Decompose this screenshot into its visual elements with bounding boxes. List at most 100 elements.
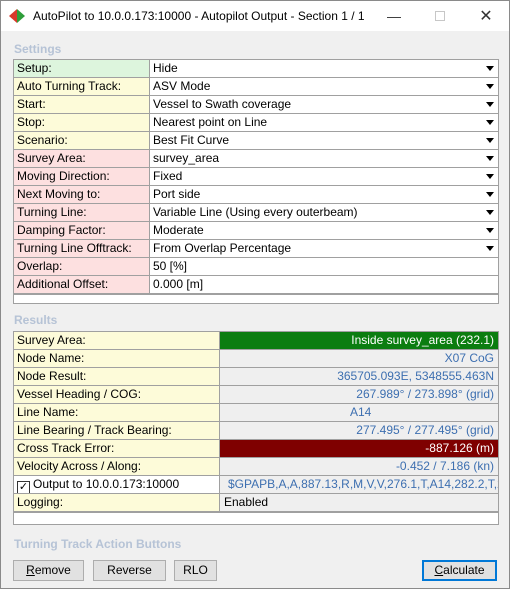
setting-row-turning-line[interactable]: Turning Line: Variable Line (Using every… (14, 204, 498, 222)
result-label: Logging: (14, 494, 220, 511)
setting-label: Start: (14, 96, 150, 113)
survey-area-status: Inside survey_area (232.1) (220, 332, 498, 349)
result-row-output[interactable]: ✓ Output to 10.0.0.173:10000 $GPAPB,A,A,8… (14, 476, 498, 494)
start-dropdown[interactable]: Vessel to Swath coverage (150, 96, 498, 113)
chevron-down-icon[interactable] (483, 116, 496, 129)
calculate-button[interactable]: Calculate (422, 560, 497, 581)
reverse-button[interactable]: Reverse (93, 560, 166, 581)
result-label: Line Name: (14, 404, 220, 421)
maximize-icon (435, 11, 445, 21)
close-icon: ✕ (479, 8, 493, 25)
result-label: Velocity Across / Along: (14, 458, 220, 475)
result-label: Vessel Heading / COG: (14, 386, 220, 403)
calculate-label-rest: alculate (443, 563, 485, 577)
scenario-dropdown[interactable]: Best Fit Curve (150, 132, 498, 149)
setting-label: Overlap: (14, 258, 150, 275)
additional-offset-input[interactable]: 0.000 [m] (150, 276, 498, 293)
window-title: AutoPilot to 10.0.0.173:10000 - Autopilo… (33, 9, 365, 23)
setting-row-damping-factor[interactable]: Damping Factor: Moderate (14, 222, 498, 240)
output-checkbox[interactable]: ✓ (17, 481, 30, 493)
result-row-cross-track-error: Cross Track Error: -887.126 (m) (14, 440, 498, 458)
setting-row-auto-turning-track[interactable]: Auto Turning Track: ASV Mode (14, 78, 498, 96)
setting-row-additional-offset[interactable]: Additional Offset: 0.000 [m] (14, 276, 498, 294)
setting-row-stop[interactable]: Stop: Nearest point on Line (14, 114, 498, 132)
velocity-value: -0.452 / 7.186 (kn) (220, 458, 498, 475)
logging-value: Enabled (220, 494, 498, 511)
setting-label: Scenario: (14, 132, 150, 149)
result-label: Survey Area: (14, 332, 220, 349)
output-label: Output to 10.0.0.173:10000 (33, 477, 180, 491)
setting-row-setup[interactable]: Setup: Hide (14, 60, 498, 78)
setting-label: Turning Line Offtrack: (14, 240, 150, 257)
survey-area-dropdown[interactable]: survey_area (150, 150, 498, 167)
setting-value: Port side (153, 187, 201, 201)
grid-spacer (14, 294, 498, 303)
chevron-down-icon[interactable] (483, 170, 496, 183)
chevron-down-icon[interactable] (483, 224, 496, 237)
node-name-value: X07 CoG (220, 350, 498, 367)
remove-button[interactable]: Remove (13, 560, 84, 581)
setting-value: Moderate (153, 223, 204, 237)
setup-dropdown[interactable]: Hide (150, 60, 498, 77)
setting-value: Nearest point on Line (153, 115, 268, 129)
minimize-button[interactable]: — (371, 1, 417, 31)
setting-row-next-moving-to[interactable]: Next Moving to: Port side (14, 186, 498, 204)
setting-value: Hide (153, 61, 178, 75)
result-row-vessel-heading: Vessel Heading / COG: 267.989° / 273.898… (14, 386, 498, 404)
setting-row-turning-line-offtrack[interactable]: Turning Line Offtrack: From Overlap Perc… (14, 240, 498, 258)
remove-label-rest: emove (34, 563, 71, 577)
settings-title: Settings (14, 42, 62, 56)
moving-direction-dropdown[interactable]: Fixed (150, 168, 498, 185)
app-diamond-icon (9, 9, 25, 23)
result-row-velocity: Velocity Across / Along: -0.452 / 7.186 … (14, 458, 498, 476)
chevron-down-icon[interactable] (483, 206, 496, 219)
damping-factor-dropdown[interactable]: Moderate (150, 222, 498, 239)
actions-title: Turning Track Action Buttons (14, 537, 182, 551)
setting-label: Setup: (14, 60, 150, 77)
setting-value: Best Fit Curve (153, 133, 230, 147)
result-row-logging: Logging: Enabled (14, 494, 498, 512)
setting-row-overlap[interactable]: Overlap: 50 [%] (14, 258, 498, 276)
chevron-down-icon[interactable] (483, 188, 496, 201)
overlap-input[interactable]: 50 [%] (150, 258, 498, 275)
setting-value: survey_area (153, 151, 220, 165)
chevron-down-icon[interactable] (483, 134, 496, 147)
results-title: Results (14, 313, 58, 327)
next-moving-to-dropdown[interactable]: Port side (150, 186, 498, 203)
setting-label: Next Moving to: (14, 186, 150, 203)
result-row-survey-area: Survey Area: Inside survey_area (232.1) (14, 332, 498, 350)
setting-value: ASV Mode (153, 79, 211, 93)
result-label: Node Name: (14, 350, 220, 367)
chevron-down-icon[interactable] (483, 98, 496, 111)
auto-turning-track-dropdown[interactable]: ASV Mode (150, 78, 498, 95)
setting-value: Vessel to Swath coverage (153, 97, 292, 111)
result-label: Node Result: (14, 368, 220, 385)
chevron-down-icon[interactable] (483, 80, 496, 93)
setting-row-start[interactable]: Start: Vessel to Swath coverage (14, 96, 498, 114)
setting-label: Auto Turning Track: (14, 78, 150, 95)
turning-line-dropdown[interactable]: Variable Line (Using every outerbeam) (150, 204, 498, 221)
chevron-down-icon[interactable] (483, 242, 496, 255)
title-bar[interactable]: AutoPilot to 10.0.0.173:10000 - Autopilo… (1, 1, 509, 31)
turning-line-offtrack-dropdown[interactable]: From Overlap Percentage (150, 240, 498, 257)
rlo-button[interactable]: RLO (174, 560, 217, 581)
setting-value: Fixed (153, 169, 183, 183)
settings-grid: Setup: Hide Auto Turning Track: ASV Mode… (13, 59, 499, 304)
output-toggle[interactable]: ✓ Output to 10.0.0.173:10000 (14, 476, 220, 493)
result-row-node-result: Node Result: 365705.093E, 5348555.463N (14, 368, 498, 386)
setting-label: Survey Area: (14, 150, 150, 167)
chevron-down-icon[interactable] (483, 62, 496, 75)
setting-value: From Overlap Percentage (153, 241, 292, 255)
line-bearing-value: 277.495° / 277.495° (grid) (220, 422, 498, 439)
setting-row-survey-area[interactable]: Survey Area: survey_area (14, 150, 498, 168)
chevron-down-icon[interactable] (483, 152, 496, 165)
setting-label: Damping Factor: (14, 222, 150, 239)
autopilot-output-window: AutoPilot to 10.0.0.173:10000 - Autopilo… (0, 0, 510, 589)
setting-label: Additional Offset: (14, 276, 150, 293)
setting-row-moving-direction[interactable]: Moving Direction: Fixed (14, 168, 498, 186)
cross-track-error-value: -887.126 (m) (220, 440, 498, 457)
vessel-heading-value: 267.989° / 273.898° (grid) (220, 386, 498, 403)
setting-row-scenario[interactable]: Scenario: Best Fit Curve (14, 132, 498, 150)
stop-dropdown[interactable]: Nearest point on Line (150, 114, 498, 131)
close-button[interactable]: ✕ (463, 1, 509, 31)
